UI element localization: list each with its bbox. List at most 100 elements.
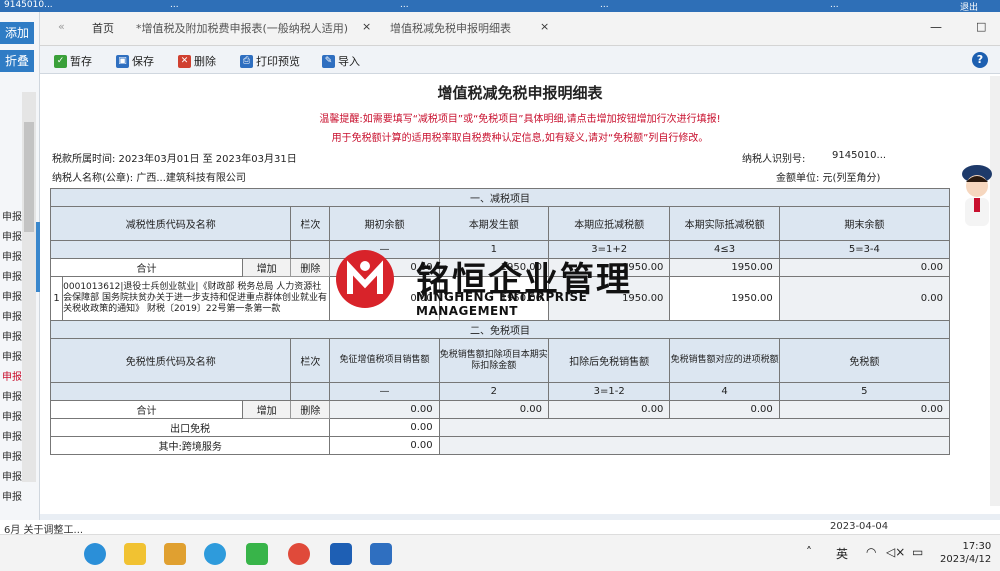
notice-bar: 6月 关于调整工... 2023-04-04 <box>0 520 1000 536</box>
data-cell[interactable]: 1950.00 <box>669 276 780 321</box>
menu-item[interactable]: 申报 <box>0 428 24 443</box>
wifi-icon[interactable]: ◠ <box>866 545 876 559</box>
col-header: 免税性质代码及名称 <box>49 338 292 383</box>
delete-row-button[interactable]: 删除 <box>290 258 331 277</box>
print-preview-button[interactable]: ⎙ 打印预览 <box>240 53 300 69</box>
delete-icon: ✕ <box>178 54 191 68</box>
col-number: — <box>329 382 440 401</box>
menu-item[interactable]: 申报 <box>0 308 24 323</box>
col-number: 5 <box>778 382 951 401</box>
close-icon[interactable]: × <box>362 20 371 33</box>
tax-app-icon[interactable] <box>330 543 352 565</box>
menu-item[interactable]: 申报 <box>0 328 24 343</box>
delete-row-button[interactable]: 删除 <box>290 400 331 419</box>
import-button[interactable]: ✎ 导入 <box>322 53 360 69</box>
tax-period: 税款所属时间: 2023年03月01日 至 2023年03月31日 <box>52 154 297 165</box>
menu-item[interactable]: 申报 <box>0 408 24 423</box>
folder-icon[interactable] <box>124 543 146 565</box>
menu-item[interactable]: 申报 <box>0 268 24 283</box>
disk-icon: ▣ <box>116 54 129 68</box>
menu-item[interactable]: 申报 <box>0 488 24 503</box>
col-header: 本期实际抵减税额 <box>669 206 780 241</box>
delete-button[interactable]: ✕ 删除 <box>178 53 216 69</box>
save-button[interactable]: ▣ 保存 <box>116 53 154 69</box>
menu-item[interactable]: 申报 <box>0 248 24 263</box>
export-label: 出口免税 <box>49 418 331 437</box>
menu-item[interactable]: 申报 <box>0 448 24 463</box>
add-row-button[interactable]: 增加 <box>241 400 292 419</box>
total-label: 合计 <box>50 258 243 277</box>
top-link-4[interactable]: ... <box>830 0 839 10</box>
app-icon[interactable] <box>164 543 186 565</box>
reduction-table: 一、减税项目 减税性质代码及名称 栏次 期初余额 本期发生额 本期应抵减税额 本… <box>49 188 951 455</box>
tab-reduction-detail[interactable]: 增值税减免税申报明细表 <box>390 20 511 36</box>
left-scrollbar[interactable] <box>22 92 36 482</box>
col-header: 免税额 <box>778 338 951 383</box>
minimize-icon[interactable]: — <box>930 20 942 34</box>
amount-unit: 金额单位: 元(列至角分) <box>776 173 881 184</box>
menu-item[interactable]: 申报 <box>0 228 24 243</box>
fold-button[interactable]: 折叠 <box>0 50 34 72</box>
warning-1: 温馨提醒:如需要填写“减税项目”或“免税项目”具体明细,请点击增加按钮增加行次进… <box>319 114 721 125</box>
wechat-icon[interactable] <box>246 543 268 565</box>
top-link[interactable]: ... <box>170 0 179 10</box>
row-index: 1 <box>49 276 64 321</box>
close-icon[interactable]: × <box>540 20 549 33</box>
top-link-3[interactable]: ... <box>600 0 609 10</box>
total-cell: 0.00 <box>547 400 671 419</box>
logout-link[interactable]: 退出 <box>960 0 978 12</box>
logo-subtext: MINGHENG ENTERPRISE MANAGEMENT <box>416 290 588 318</box>
total-cell: 0.00 <box>438 400 549 419</box>
menu-item[interactable]: 申报 <box>0 468 24 483</box>
search-app-icon[interactable] <box>204 543 226 565</box>
watermark-logo: 铭恒企业管理 MINGHENG ENTERPRISE MANAGEMENT <box>336 250 666 318</box>
menu-item[interactable]: 申报 <box>0 388 24 403</box>
upload-app-icon[interactable] <box>370 543 392 565</box>
toolbar: ✓ 暂存 ▣ 保存 ✕ 删除 ⎙ 打印预览 ✎ 导入 <box>40 46 1000 74</box>
col-header: 栏次 <box>290 338 331 383</box>
total-cell: 0.00 <box>329 400 440 419</box>
cross-border-value[interactable]: 0.00 <box>329 436 440 455</box>
assistant-avatar[interactable] <box>955 158 1000 228</box>
scroll-left-icon[interactable]: « <box>58 20 65 33</box>
section-exempt: 二、免税项目 <box>50 320 950 339</box>
help-icon[interactable]: ? <box>972 52 988 68</box>
tab-home[interactable]: 首页 <box>92 20 114 36</box>
col-header: 本期应抵减税额 <box>547 206 671 241</box>
add-button[interactable]: 添加 <box>0 22 34 44</box>
col-header: 本期发生额 <box>438 206 549 241</box>
top-bar: 9145010... ... ... ... ... 退出 <box>0 0 1000 12</box>
taskbar: ˄ 英 ◠ ◁× ▭ 17:30 2023/4/12 <box>0 534 1000 571</box>
menu-item[interactable]: 申报 <box>0 348 24 363</box>
col-header: 减税性质代码及名称 <box>49 206 292 241</box>
tray-chevron-icon[interactable]: ˄ <box>806 545 812 559</box>
total-cell: 1950.00 <box>669 258 780 277</box>
taxpayer-id-top: 9145010... <box>4 0 53 10</box>
col-header: 免税销售额扣除项目本期实际扣除金额 <box>438 338 549 383</box>
menu-item[interactable]: 申报 <box>0 208 24 223</box>
content-scrollbar[interactable] <box>990 76 1000 506</box>
cross-border-label: 其中:跨境服务 <box>49 436 331 455</box>
save-temp-button[interactable]: ✓ 暂存 <box>54 53 92 69</box>
total-cell: 0.00 <box>778 400 951 419</box>
chrome-icon[interactable] <box>288 543 310 565</box>
input-language[interactable]: 英 <box>836 545 848 562</box>
system-clock[interactable]: 17:30 2023/4/12 <box>940 540 991 566</box>
export-value[interactable]: 0.00 <box>329 418 440 437</box>
edge-icon[interactable] <box>84 543 106 565</box>
menu-item-active[interactable]: 申报 <box>0 368 24 383</box>
add-row-button[interactable]: 增加 <box>241 258 292 277</box>
battery-icon[interactable]: ▭ <box>912 545 923 559</box>
total-cell: 0.00 <box>669 400 780 419</box>
tab-vat-return[interactable]: *增值税及附加税费申报表(一般纳税人适用) <box>136 20 348 36</box>
maximize-icon[interactable]: □ <box>976 20 986 33</box>
top-link-2[interactable]: ... <box>400 0 409 10</box>
printer-icon: ⎙ <box>240 54 253 68</box>
clock-date: 2023/4/12 <box>940 554 992 565</box>
taxpayer-name: 纳税人名称(公章): 广西...建筑科技有限公司 <box>52 173 246 184</box>
data-cell: 0.00 <box>778 276 951 321</box>
col-number: 4 <box>669 382 780 401</box>
menu-item[interactable]: 申报 <box>0 288 24 303</box>
volume-icon[interactable]: ◁× <box>886 545 905 559</box>
reduction-code-select[interactable]: 0001013612|退役士兵创业就业|《财政部 税务总局 人力资源社会保障部 … <box>62 276 331 321</box>
